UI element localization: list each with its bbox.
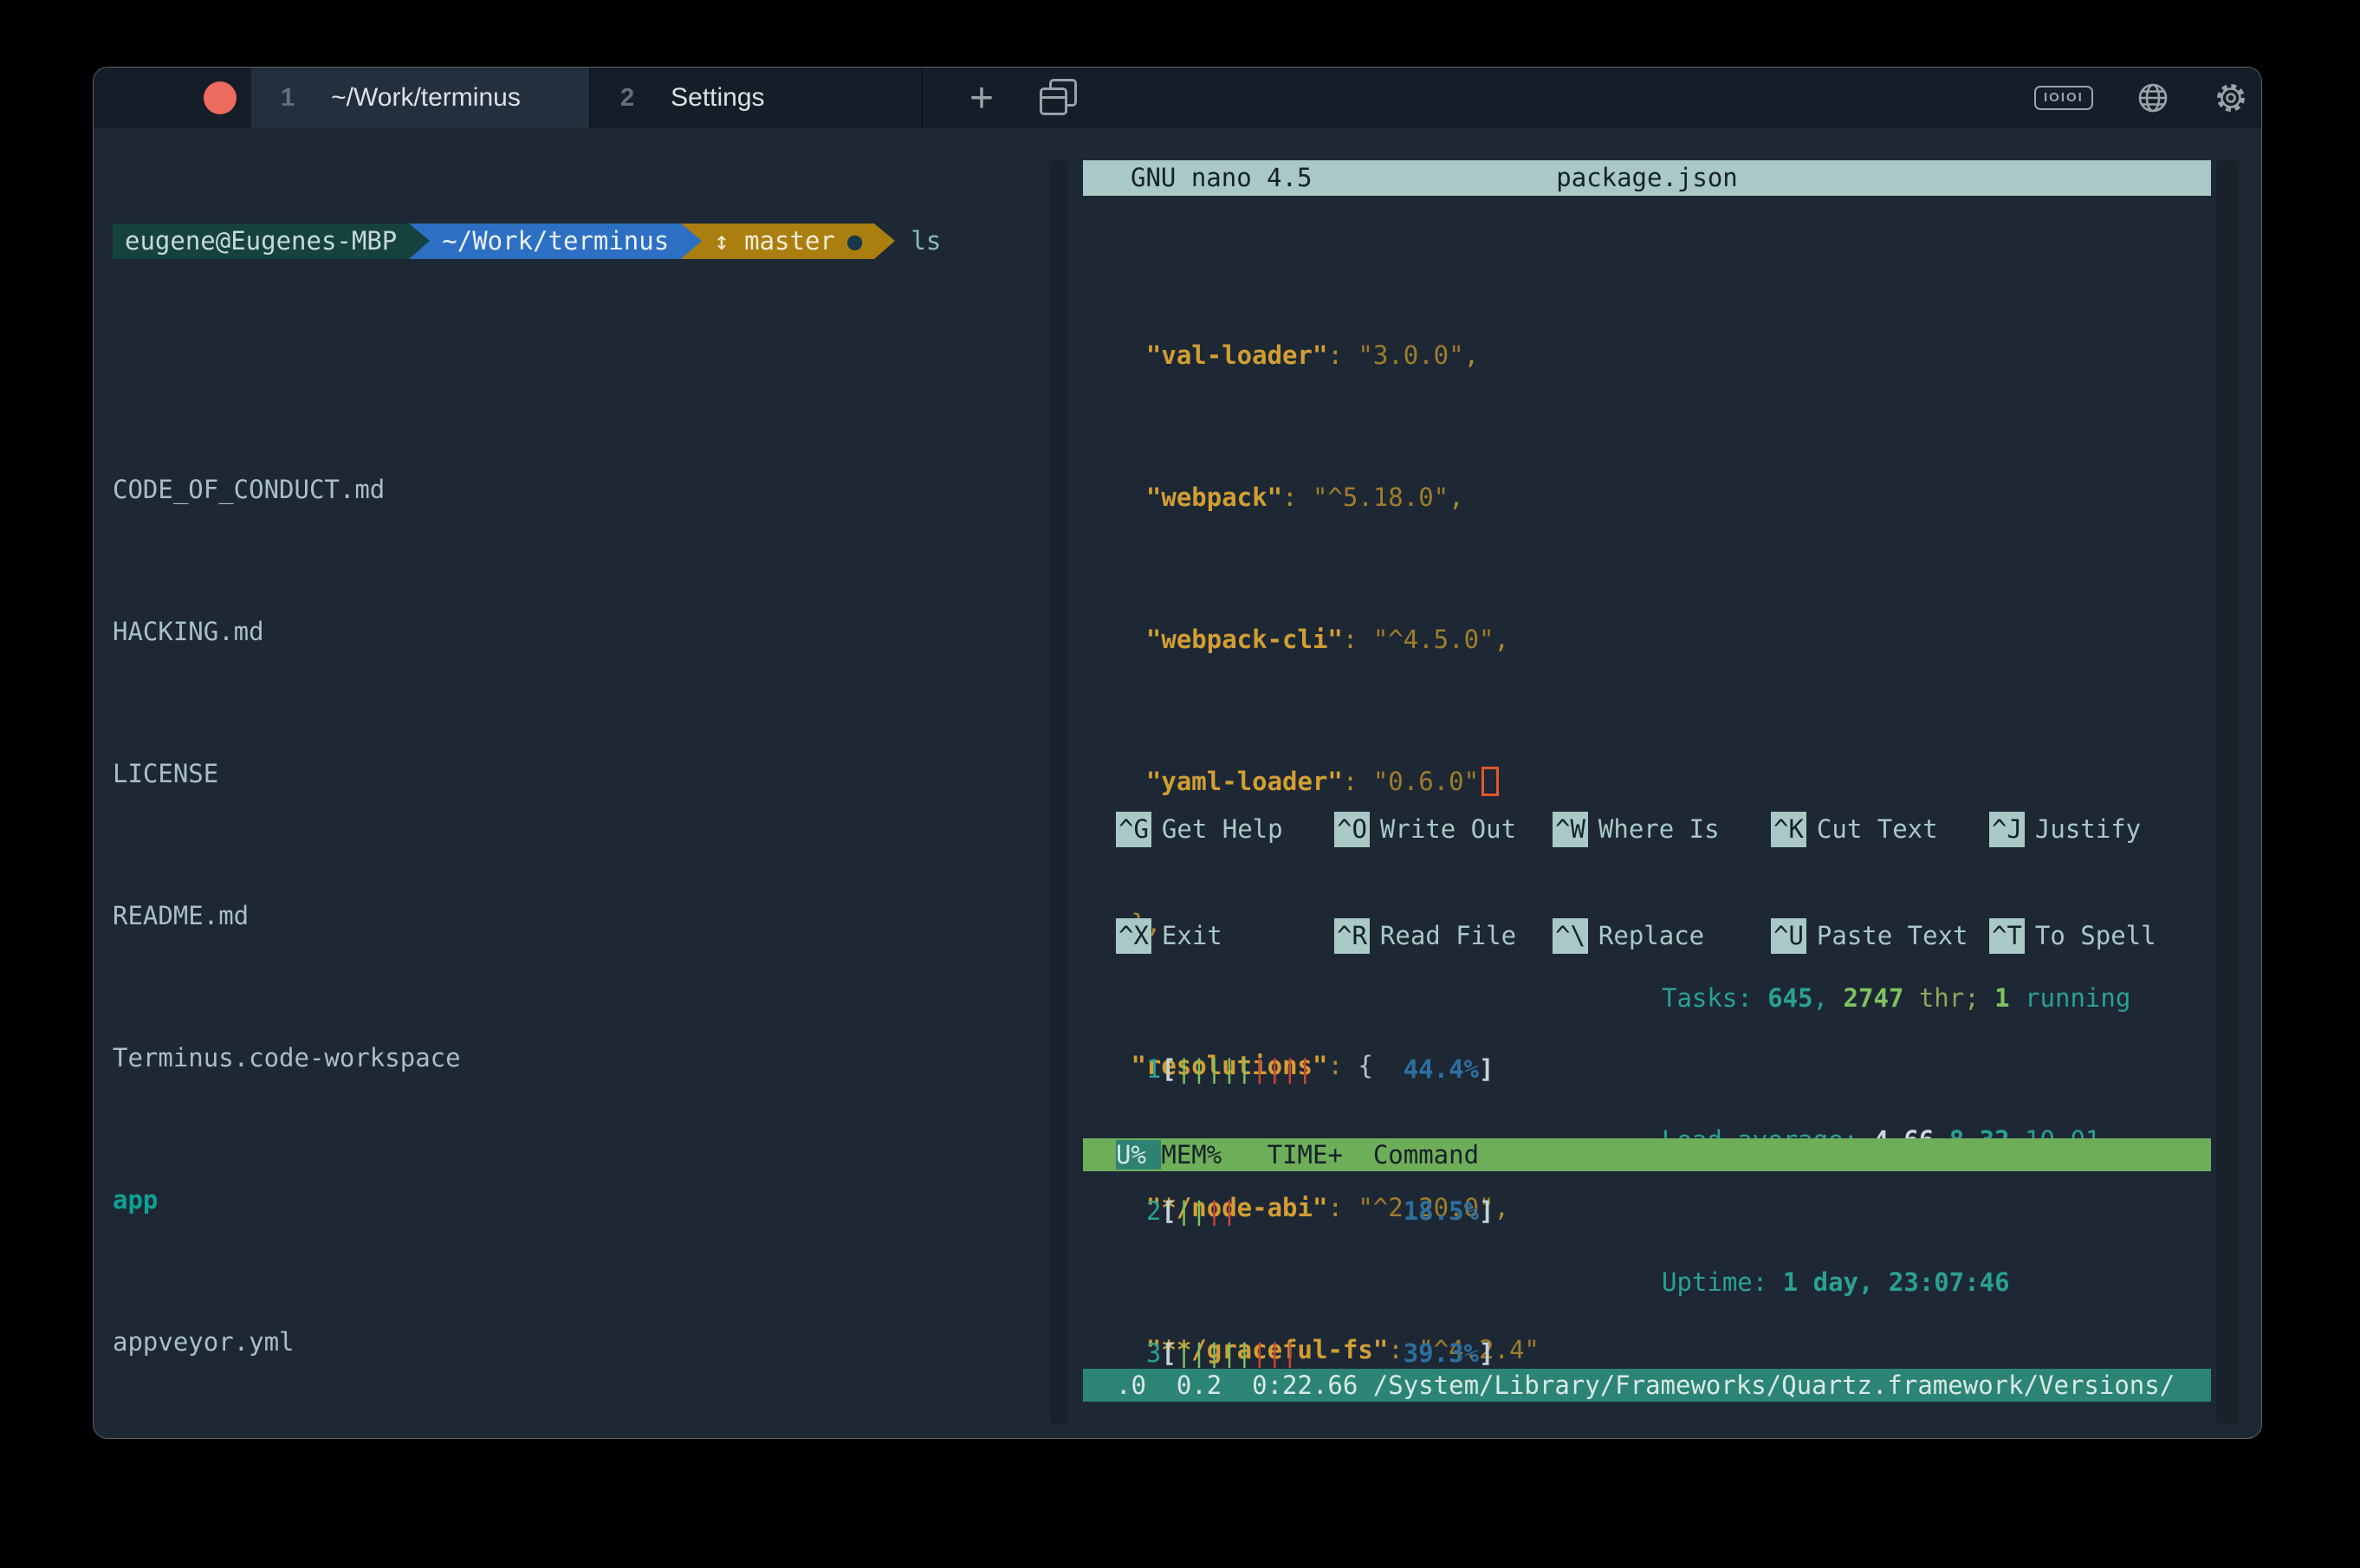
typed-command: ls (911, 224, 941, 259)
prompt-user-segment: eugene@Eugenes-MBP (113, 224, 409, 259)
nano-filename: package.json (1083, 160, 2211, 196)
list-item: LICENSE (113, 756, 1074, 792)
powerline-arrow-icon (409, 224, 430, 259)
terminal-pane-left[interactable]: eugene@Eugenes-MBP ~/Work/terminus ↕ mas… (94, 128, 1074, 1438)
nano-line: "val-loader": "3.0.0", (1116, 338, 2211, 373)
nano-line: "webpack-cli": "^4.5.0", (1116, 622, 2211, 658)
close-button[interactable] (204, 81, 237, 114)
desktop: 1 ~/Work/terminus 2 Settings + IOIOI (0, 0, 2360, 1568)
terminal-pane-right[interactable]: GNU nano 4.5 package.json "val-loader": … (1074, 128, 2261, 1438)
gear-icon[interactable] (2212, 79, 2250, 117)
list-item: HACKING.md (113, 614, 1074, 650)
htop-table-header[interactable]: U% MEM% TIME+ Command (1083, 1138, 2211, 1171)
sort-column-header: U% (1116, 1140, 1161, 1170)
prompt-git-segment: ↕ master● (702, 224, 874, 259)
htop-summary-line: Tasks: 645, 2747 thr; 1 running (1662, 981, 2130, 1016)
tab-settings[interactable]: 2 Settings (589, 68, 923, 128)
globe-icon[interactable] (2134, 79, 2172, 117)
git-dirty-dot-icon: ● (847, 224, 862, 259)
titlebar[interactable]: 1 ~/Work/terminus 2 Settings + IOIOI (94, 68, 2261, 128)
git-branch-icon: ↕ (714, 224, 729, 259)
nano-titlebar: GNU nano 4.5 package.json (1083, 160, 2211, 196)
tab-work-terminus[interactable]: 1 ~/Work/terminus (251, 68, 589, 128)
list-item: README.md (113, 898, 1074, 934)
tab-number: 2 (620, 84, 634, 113)
right-pane-scrollbar[interactable] (2216, 160, 2239, 1424)
file-listing: CODE_OF_CONDUCT.md HACKING.md LICENSE RE… (113, 330, 1074, 1438)
powerline-arrow-icon (874, 224, 895, 259)
split-windows-icon[interactable] (1040, 79, 1080, 119)
powerline-arrow-icon (681, 224, 702, 259)
list-item: Terminus.code-workspace (113, 1040, 1074, 1076)
terminus-window: 1 ~/Work/terminus 2 Settings + IOIOI (94, 68, 2261, 1438)
process-row[interactable]: .0 0.2 0:22.66 /System/Library/Framework… (1083, 1369, 2211, 1402)
list-item: CODE_OF_CONDUCT.md (113, 472, 1074, 508)
nano-line: "webpack": "^5.18.0", (1116, 480, 2211, 515)
new-tab-button[interactable]: + (956, 68, 1008, 128)
tab-title: ~/Work/terminus (331, 83, 521, 113)
serial-port-icon[interactable]: IOIOI (2034, 86, 2093, 110)
htop-process-table: U% MEM% TIME+ Command .0 0.2 0:22.66 /Sy… (1083, 1072, 2211, 1438)
shell-prompt: eugene@Eugenes-MBP ~/Work/terminus ↕ mas… (113, 224, 1074, 259)
left-pane-scrollbar[interactable] (1050, 160, 1067, 1424)
prompt-path-segment: ~/Work/terminus (430, 224, 681, 259)
tab-number: 1 (281, 84, 295, 113)
list-item: app (113, 1182, 1074, 1218)
tab-title: Settings (671, 83, 764, 113)
list-item: appveyor.yml (113, 1325, 1074, 1360)
